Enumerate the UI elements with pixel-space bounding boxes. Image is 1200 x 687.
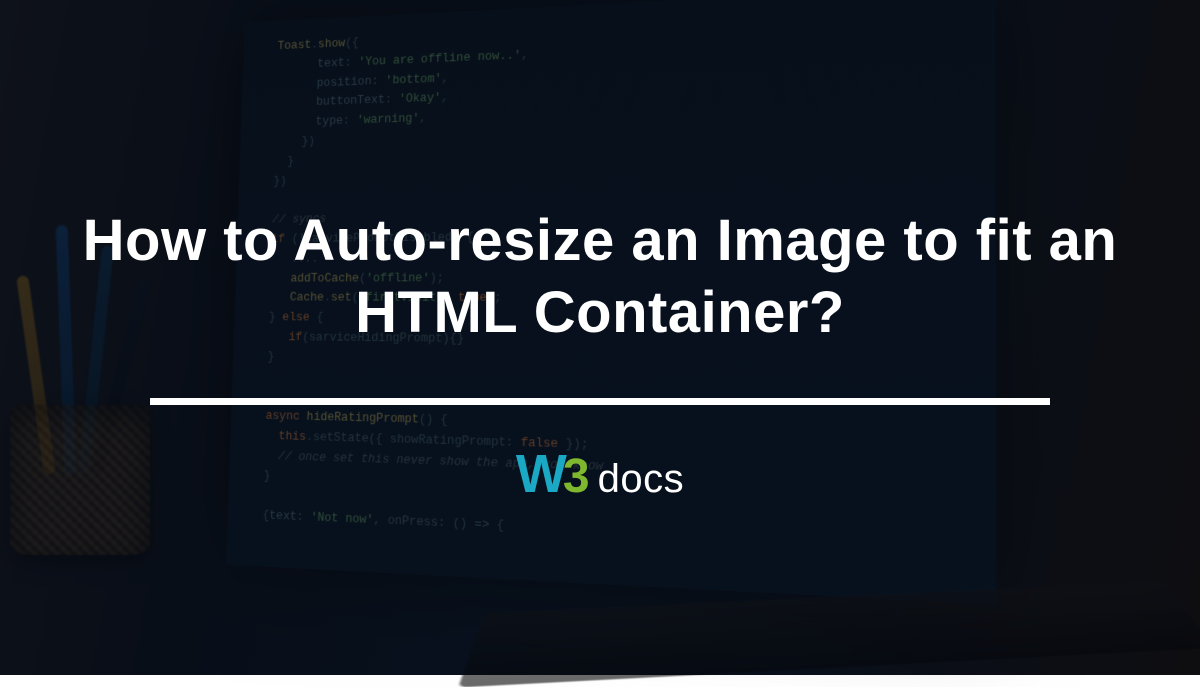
content-container: How to Auto-resize an Image to fit an HT…: [0, 0, 1200, 675]
logo-word-docs: docs: [598, 459, 685, 499]
title-divider: [150, 398, 1050, 405]
logo-digit-3: 3: [563, 453, 590, 501]
w3docs-logo: W 3 docs: [516, 447, 684, 501]
logo-letter-w: W: [516, 447, 563, 501]
page-title: How to Auto-resize an Image to fit an HT…: [80, 205, 1120, 350]
